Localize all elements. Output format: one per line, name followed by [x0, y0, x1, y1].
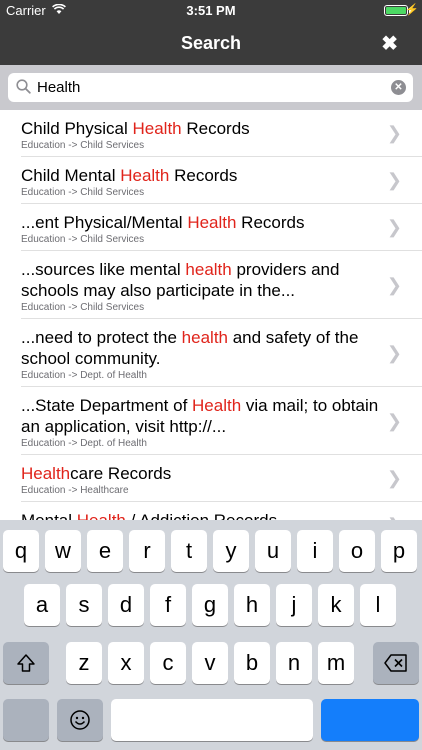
chevron-right-icon: ❯ [386, 274, 402, 295]
results-list: Child Physical Health Records Education -… [0, 110, 422, 520]
result-text: care Records [70, 464, 172, 483]
result-row[interactable]: ...need to protect the health and safety… [21, 319, 422, 387]
result-row[interactable]: Child Physical Health Records Education -… [21, 110, 422, 157]
result-title: ...need to protect the health and safety… [21, 327, 392, 369]
navigation-bar: Search ✖ [0, 20, 422, 65]
key-t[interactable]: t [171, 530, 207, 572]
result-row[interactable]: Healthcare Records Education -> Healthcar… [21, 455, 422, 502]
match-highlight: Health [77, 511, 126, 520]
result-title: Child Physical Health Records [21, 118, 392, 139]
match-highlight: Health [132, 119, 182, 138]
key-x[interactable]: x [108, 642, 144, 684]
result-path: Education -> Healthcare [21, 485, 129, 496]
result-title: ...sources like mental health providers … [21, 259, 392, 301]
emoji-key[interactable] [57, 699, 103, 741]
match-highlight: Health [187, 213, 237, 232]
result-path: Education -> Child Services [21, 140, 145, 151]
key-e[interactable]: e [87, 530, 123, 572]
clock: 3:51 PM [186, 3, 236, 18]
result-path: Education -> Dept. of Health [21, 370, 147, 381]
backspace-icon [384, 654, 407, 672]
space-key[interactable] [111, 699, 313, 741]
result-text: Records [236, 213, 305, 232]
chevron-right-icon: ❯ [386, 410, 402, 431]
search-icon [16, 79, 31, 99]
key-b[interactable]: b [234, 642, 270, 684]
result-text: Mental [21, 511, 77, 520]
shift-icon [17, 654, 35, 672]
result-row[interactable]: ...sources like mental health providers … [21, 251, 422, 319]
key-j[interactable]: j [276, 584, 312, 626]
key-z[interactable]: z [66, 642, 102, 684]
key-r[interactable]: r [129, 530, 165, 572]
shift-key[interactable] [3, 642, 49, 684]
result-text: Child Physical [21, 119, 133, 138]
key-l[interactable]: l [360, 584, 396, 626]
chevron-right-icon: ❯ [386, 468, 402, 488]
result-path: Education -> Dept. of Health [21, 438, 147, 449]
key-o[interactable]: o [339, 530, 375, 572]
key-m[interactable]: m [318, 642, 354, 684]
result-text: ...sources like mental [21, 260, 186, 279]
result-text: / Addiction Records [126, 511, 277, 520]
key-k[interactable]: k [318, 584, 354, 626]
chevron-right-icon: ❯ [386, 170, 402, 190]
result-text: Records [169, 166, 238, 185]
result-title: Child Mental Health Records [21, 165, 392, 186]
result-text: ...State Department of [21, 396, 193, 415]
chevron-right-icon: ❯ [386, 342, 402, 363]
result-title: ...State Department of Health via mail; … [21, 395, 392, 437]
match-highlight: Health [120, 166, 170, 185]
key-q[interactable]: q [3, 530, 39, 572]
result-title: Healthcare Records [21, 463, 392, 484]
result-text: ...ent Physical/Mental [21, 213, 188, 232]
key-u[interactable]: u [255, 530, 291, 572]
search-input[interactable] [37, 77, 377, 98]
key-d[interactable]: d [108, 584, 144, 626]
chevron-right-icon: ❯ [386, 123, 402, 143]
key-y[interactable]: y [213, 530, 249, 572]
search-key[interactable] [321, 699, 419, 741]
charging-icon: ⚡ [405, 4, 419, 16]
result-title: ...ent Physical/Mental Health Records [21, 212, 392, 233]
key-n[interactable]: n [276, 642, 312, 684]
page-title: Search [180, 33, 242, 53]
result-text: ...need to protect the [21, 328, 182, 347]
search-field-container: ✕ [8, 73, 413, 102]
result-text: Records [181, 119, 250, 138]
key-f[interactable]: f [150, 584, 186, 626]
chevron-right-icon: ❯ [386, 217, 402, 237]
key-g[interactable]: g [192, 584, 228, 626]
key-v[interactable]: v [192, 642, 228, 684]
match-highlight: Health [21, 464, 71, 483]
key-w[interactable]: w [45, 530, 81, 572]
close-icon[interactable]: ✖ [381, 31, 398, 56]
match-highlight: health [185, 260, 232, 279]
match-highlight: Health [192, 396, 242, 415]
result-title: Mental Health / Addiction Records [21, 510, 392, 520]
result-row[interactable]: ...State Department of Health via mail; … [21, 387, 422, 455]
clear-icon[interactable]: ✕ [391, 80, 406, 95]
result-row[interactable]: ...ent Physical/Mental Health Records Edu… [21, 204, 422, 251]
result-text: Child Mental [21, 166, 121, 185]
match-highlight: health [181, 328, 228, 347]
emoji-icon [70, 710, 90, 730]
result-path: Education -> Child Services [21, 302, 145, 313]
key-s[interactable]: s [66, 584, 102, 626]
key-i[interactable]: i [297, 530, 333, 572]
key-h[interactable]: h [234, 584, 270, 626]
result-path: Education -> Child Services [21, 187, 145, 198]
delete-key[interactable] [373, 642, 419, 684]
keyboard: qwertyuiop asdfghjkl zxcvbnm [0, 520, 422, 750]
numbers-key[interactable] [3, 699, 49, 741]
key-p[interactable]: p [381, 530, 417, 572]
result-path: Education -> Child Services [21, 234, 145, 245]
key-c[interactable]: c [150, 642, 186, 684]
key-a[interactable]: a [24, 584, 60, 626]
search-bar: ✕ [0, 65, 422, 110]
status-bar: Carrier 3:51 PM ⚡ [0, 0, 422, 20]
result-row[interactable]: Child Mental Health Records Education -> … [21, 157, 422, 204]
result-row[interactable]: Mental Health / Addiction RecordsEducati… [21, 502, 422, 520]
